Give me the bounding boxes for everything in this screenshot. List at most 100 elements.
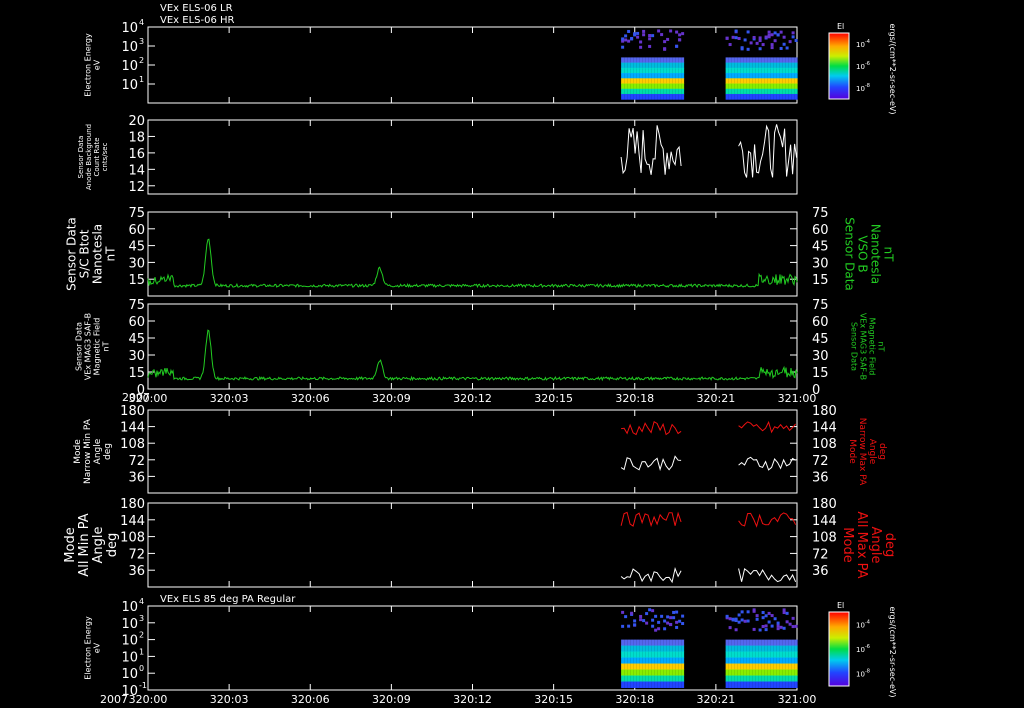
spectrogram-speckle xyxy=(770,43,774,47)
spectrogram-speckle xyxy=(642,619,646,623)
spectrogram-cell xyxy=(740,645,744,653)
spectrogram-cell xyxy=(734,651,738,659)
spectrogram-cell xyxy=(737,67,741,74)
spectrogram-cell xyxy=(743,675,747,682)
spectrogram-cell xyxy=(669,663,673,671)
panel-6-ytick-label-right: 144 xyxy=(812,514,837,529)
spectrogram-speckle xyxy=(752,36,756,40)
spectrogram-cell xyxy=(669,73,673,79)
panel-5-ytick-label-right: 36 xyxy=(812,470,829,485)
panel-3-ytick-label-right: 60 xyxy=(812,223,829,238)
spectrogram-cell xyxy=(746,651,750,659)
spectrogram-speckle xyxy=(681,614,685,618)
spectrogram-cell xyxy=(776,62,780,69)
plot-canvas: VEx ELS-06 LR VEx ELS-06 HR VEx ELS 85 d… xyxy=(63,3,897,706)
panel-5-ytick-label: 36 xyxy=(128,470,145,485)
spectrogram-speckle xyxy=(761,616,765,620)
spectrogram-cell xyxy=(794,651,798,659)
spectrogram-cell xyxy=(666,67,670,74)
spectrogram-cell xyxy=(728,88,732,95)
spectrogram-cell xyxy=(752,67,756,74)
spectrogram-cell xyxy=(782,675,786,682)
spectrogram-speckle xyxy=(651,618,655,622)
spectrogram-speckle xyxy=(728,43,732,47)
spectrogram-cell xyxy=(663,639,667,647)
spectrogram-cell xyxy=(785,88,789,95)
spectrogram-cell xyxy=(794,83,798,90)
spectrogram-cell xyxy=(660,639,664,647)
spectrogram-cell xyxy=(737,57,741,64)
spectrogram-cell xyxy=(740,657,744,665)
panel-4-ytick-label-right: 60 xyxy=(812,315,829,330)
panel-5-right-label: Narrow Max PA xyxy=(857,418,867,486)
spectrogram-cell xyxy=(791,645,795,653)
spectrogram-cell xyxy=(645,651,649,659)
spectrogram-speckle xyxy=(648,44,652,48)
spectrogram-speckle xyxy=(651,34,655,38)
spectrogram-cell xyxy=(770,78,774,85)
spectrogram-cell xyxy=(636,73,640,79)
panel-6-ylabel: All Min PA xyxy=(77,513,92,576)
panel-7-ytick-exp: -1 xyxy=(139,681,147,690)
spectrogram-speckle xyxy=(734,29,738,33)
spectrogram-cell xyxy=(755,669,759,677)
spectrogram-cell xyxy=(636,639,640,647)
spectrogram-cell xyxy=(675,57,679,64)
panel-3-ylabel: S/C Btot xyxy=(78,229,92,278)
panel-3-right-label: Sensor Data xyxy=(843,217,857,291)
spectrogram-cell xyxy=(752,73,756,79)
spectrogram-cell xyxy=(621,67,625,74)
spectrogram-cell xyxy=(663,93,667,100)
spectrogram-cell xyxy=(672,681,676,688)
spectrogram-cell xyxy=(666,657,670,665)
spectrogram-cell xyxy=(758,645,762,653)
spectrogram-speckle xyxy=(761,43,765,47)
spectrogram-cell xyxy=(636,681,640,688)
year-label-bottom: 2007 xyxy=(100,693,128,706)
spectrogram-cell xyxy=(746,675,750,682)
panel-7-colorbar-tick-exp: -4 xyxy=(865,619,870,625)
spectrogram-cell xyxy=(627,83,631,90)
spectrogram-speckle xyxy=(758,36,762,40)
spectrogram-cell xyxy=(764,657,768,665)
spectrogram-cell xyxy=(654,83,658,90)
spectrogram-cell xyxy=(731,88,735,95)
spectrogram-cell xyxy=(743,62,747,69)
spectrogram-cell xyxy=(788,73,792,79)
panel-4-ytick-label-right: 75 xyxy=(812,298,829,313)
panel-1-colorbar xyxy=(828,32,850,100)
spectrogram-cell xyxy=(749,62,753,69)
spectrogram-cell xyxy=(633,669,637,677)
spectrogram-cell xyxy=(752,639,756,647)
spectrogram-speckle xyxy=(764,35,768,39)
spectrogram-cell xyxy=(731,57,735,64)
spectrogram-speckle xyxy=(782,42,786,46)
spectrogram-cell xyxy=(761,88,765,95)
spectrogram-cell xyxy=(639,73,643,79)
spectrogram-cell xyxy=(761,57,765,64)
spectrogram-speckle xyxy=(734,628,738,632)
spectrogram-cell xyxy=(767,67,771,74)
spectrogram-cell xyxy=(639,67,643,74)
spectrogram-cell xyxy=(734,78,738,85)
spectrogram-cell xyxy=(758,93,762,100)
spectrogram-cell xyxy=(639,57,643,64)
spectrogram-speckle xyxy=(767,35,771,39)
spectrogram-cell xyxy=(746,663,750,671)
panel-2-ylabel: Sensor Data xyxy=(77,136,85,179)
spectrogram-speckle xyxy=(728,617,732,621)
spectrogram-cell xyxy=(663,78,667,85)
spectrogram-cell xyxy=(776,681,780,688)
spectrogram-cell xyxy=(657,88,661,95)
spectrogram-cell xyxy=(773,57,777,64)
spectrogram-cell xyxy=(782,669,786,677)
spectrogram-cell xyxy=(633,67,637,74)
spectrogram-cell xyxy=(630,681,634,688)
spectrogram-speckle xyxy=(779,46,783,50)
spectrogram-cell xyxy=(737,88,741,95)
spectrogram-cell xyxy=(758,651,762,659)
spectrogram-cell xyxy=(725,663,729,671)
spectrogram-cell xyxy=(639,681,643,688)
spectrogram-cell xyxy=(666,669,670,677)
spectrogram-cell xyxy=(740,681,744,688)
